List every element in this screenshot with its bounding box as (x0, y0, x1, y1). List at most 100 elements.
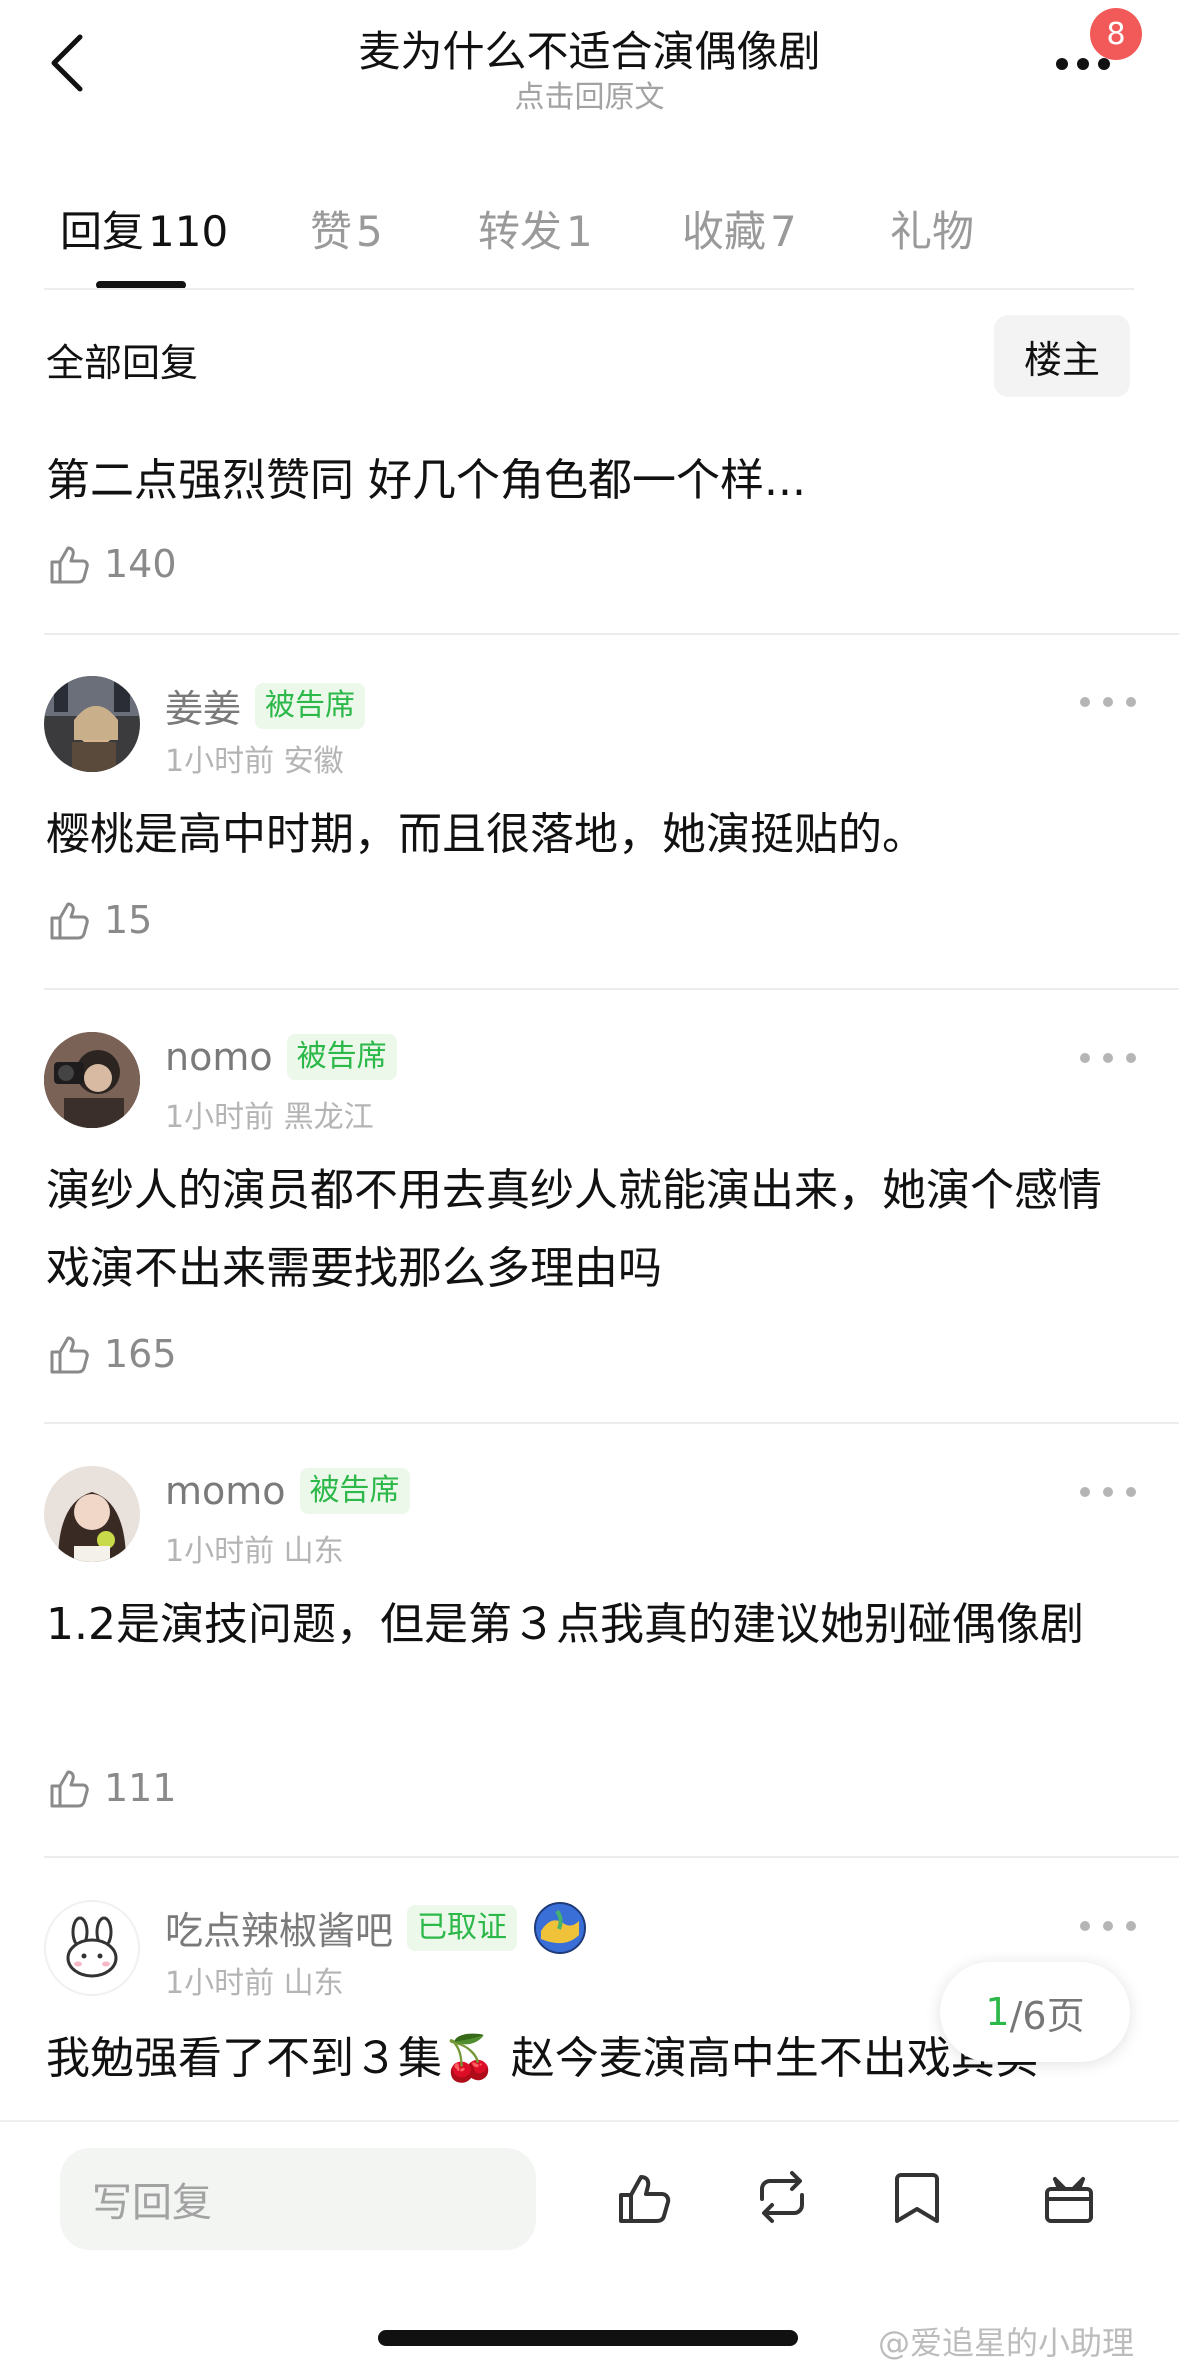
timestamp: 1小时前 (165, 1100, 275, 1135)
dot-icon (1103, 1921, 1113, 1931)
tab-replies[interactable]: 回复110 (60, 198, 228, 259)
avatar-image (44, 1466, 140, 1562)
comment-meta: 1小时前 安徽 (165, 736, 344, 780)
thumbs-up-icon (619, 2175, 671, 2223)
thumbs-up-icon (50, 1770, 89, 1808)
divider (44, 633, 1179, 635)
dot-icon (1077, 58, 1089, 70)
avatar[interactable] (44, 1466, 140, 1562)
dot-icon (1103, 1053, 1113, 1063)
divider (44, 1856, 1179, 1858)
timestamp: 1小时前 (165, 1534, 275, 1569)
timestamp: 1小时前 (165, 1966, 275, 2001)
home-indicator (378, 2330, 798, 2346)
tab-label: 回复 (60, 207, 145, 256)
tab-label: 收藏 (682, 207, 767, 256)
username-row: nomo 被告席 (165, 1034, 397, 1080)
avatar[interactable] (44, 676, 140, 772)
tab-label: 礼物 (890, 207, 975, 256)
thumbs-up-icon (50, 902, 89, 940)
location: 山东 (283, 1966, 344, 2001)
tab-gifts[interactable]: 礼物 (890, 198, 978, 259)
avatar[interactable] (44, 1900, 140, 1996)
page-indicator[interactable]: 1/6页 (940, 1962, 1130, 2062)
bunny-avatar-icon (46, 1902, 138, 1994)
tab-count: 1 (566, 207, 593, 256)
bookmark-button[interactable] (882, 2162, 952, 2232)
tab-favorites[interactable]: 收藏7 (682, 198, 797, 259)
thumbs-up-icon (50, 546, 89, 584)
dot-icon (1080, 697, 1090, 707)
username-row: 吃点辣椒酱吧 已取证 (165, 1900, 587, 1955)
total-pages: /6页 (1009, 1993, 1085, 2038)
location: 山东 (283, 1534, 344, 1569)
all-replies-label: 全部回复 (46, 341, 199, 385)
page-title[interactable]: 麦为什么不适合演偶像剧 (0, 18, 1179, 79)
comment-more-button[interactable] (1080, 1482, 1136, 1502)
like-count: 111 (104, 1766, 177, 1810)
comment-more-button[interactable] (1080, 692, 1136, 712)
comment-text: 演纱人的演员都不用去真纱人就能演出来，她演个感情戏演不出来需要找那么多理由吗 (46, 1165, 1102, 1294)
comment-more-button[interactable] (1080, 1048, 1136, 1068)
owner-only-button[interactable]: 楼主 (994, 315, 1130, 397)
username[interactable]: 姜姜 (165, 678, 241, 733)
view-original-link[interactable]: 点击回原文 (0, 72, 1179, 116)
dot-icon (1103, 1487, 1113, 1497)
avatar-image (44, 676, 140, 772)
username[interactable]: 吃点辣椒酱吧 (165, 1900, 393, 1955)
thumbs-up-icon (50, 1336, 89, 1374)
dot-icon (1080, 1921, 1090, 1931)
dot-icon (1126, 1487, 1136, 1497)
tab-label: 赞 (310, 207, 353, 256)
user-tag-badge: 已取证 (407, 1904, 518, 1951)
gift-icon (1045, 2177, 1093, 2223)
timestamp: 1小时前 (165, 744, 275, 779)
avatar-image (44, 1032, 140, 1128)
tab-likes[interactable]: 赞5 (310, 198, 383, 259)
watermark: @爱追星的小助理 (878, 2324, 1135, 2362)
reply-input[interactable]: 写回复 (60, 2148, 536, 2250)
like-button[interactable]: 111 (46, 1764, 177, 1812)
notification-badge: 8 (1090, 8, 1142, 60)
avatar[interactable] (44, 1032, 140, 1128)
current-page: 1 (985, 1990, 1010, 2034)
dot-icon (1056, 58, 1068, 70)
thread-page: 麦为什么不适合演偶像剧 点击回原文 8 回复110 赞5 转发1 收藏7 礼物 … (0, 0, 1179, 2379)
comment-meta: 1小时前 山东 (165, 1526, 344, 1570)
like-count: 140 (104, 542, 177, 586)
like-button[interactable]: 15 (46, 896, 152, 944)
divider (44, 1422, 1179, 1424)
location: 黑龙江 (283, 1100, 374, 1135)
dot-icon (1098, 58, 1110, 70)
location: 安徽 (283, 744, 344, 779)
divider (44, 988, 1179, 990)
user-tag-badge: 被告席 (286, 1034, 397, 1080)
bookmark-icon (895, 2173, 939, 2223)
divider (44, 288, 1134, 290)
top-header: 麦为什么不适合演偶像剧 点击回原文 8 (0, 0, 1179, 150)
gift-button[interactable] (1034, 2162, 1104, 2232)
username[interactable]: momo (165, 1469, 286, 1513)
tab-reposts[interactable]: 转发1 (478, 198, 593, 259)
tab-count: 5 (356, 207, 383, 256)
like-post-button[interactable] (610, 2162, 680, 2232)
dot-icon (1126, 1053, 1136, 1063)
verified-globe-icon (534, 1901, 587, 1954)
dot-icon (1126, 697, 1136, 707)
like-button[interactable]: 165 (46, 1330, 177, 1378)
comment-more-button[interactable] (1080, 1916, 1136, 1936)
repost-icon (760, 2171, 804, 2223)
dot-icon (1103, 697, 1113, 707)
dot-icon (1080, 1487, 1090, 1497)
username-row: momo 被告席 (165, 1468, 410, 1514)
user-tag-badge: 被告席 (299, 1468, 410, 1514)
tab-count: 110 (148, 207, 229, 256)
username[interactable]: nomo (165, 1035, 273, 1079)
dot-icon (1126, 1921, 1136, 1931)
like-button[interactable]: 140 (46, 540, 177, 588)
comment-text: 樱桃是高中时期，而且很落地，她演挺贴的。 (46, 809, 926, 860)
like-count: 165 (104, 1332, 177, 1376)
comment-meta: 1小时前 山东 (165, 1958, 344, 2002)
comment-text: 第二点强烈赞同 好几个角色都一个样... (46, 455, 806, 506)
repost-button[interactable] (747, 2162, 817, 2232)
